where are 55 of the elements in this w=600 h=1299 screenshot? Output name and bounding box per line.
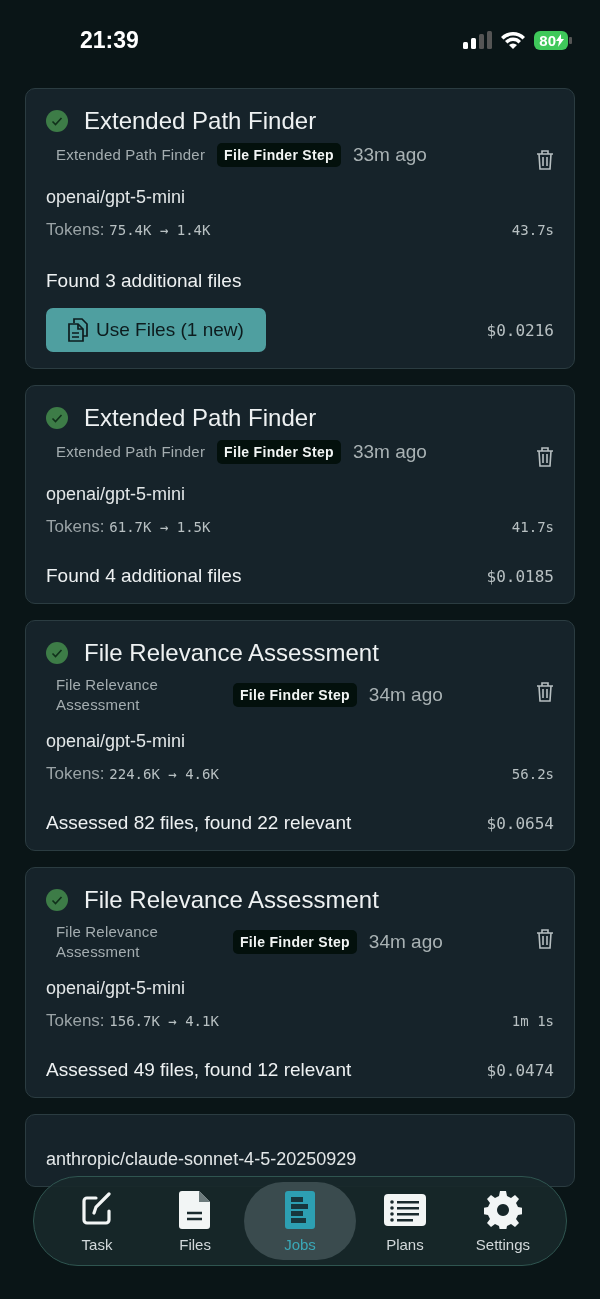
cost-text: $0.0216	[486, 320, 554, 340]
result-text: Found 3 additional files	[46, 270, 243, 292]
job-list-icon	[285, 1190, 315, 1229]
model-name: openai/gpt-5-mini	[46, 731, 187, 752]
wifi-icon	[501, 31, 526, 49]
tab-item[interactable]: Plans	[355, 1182, 454, 1260]
step-badge: File Finder Step	[233, 683, 357, 707]
job-title: File Relevance Assessment	[84, 886, 379, 914]
delete-icon[interactable]	[536, 928, 554, 950]
clock-time: 21:39	[80, 26, 140, 54]
job-subtitle: File Relevance Assessment	[56, 675, 159, 715]
settings-icon	[483, 1190, 522, 1229]
job-subtitle: File Relevance Assessment	[56, 922, 159, 962]
step-badge: File Finder Step	[233, 930, 357, 954]
duration-text: 1m 1s	[511, 1013, 554, 1029]
tab-item[interactable]: Settings	[453, 1182, 552, 1260]
model-name: anthropic/claude-sonnet-4-5-20250929	[46, 1149, 358, 1170]
duration-text: 56.2s	[511, 766, 554, 782]
time-ago: 34m ago	[368, 684, 443, 706]
list-icon	[383, 1193, 426, 1226]
tab-item[interactable]: Task	[48, 1182, 147, 1260]
time-ago: 33m ago	[352, 441, 427, 463]
use-files-button[interactable]: Use Files (1 new)	[46, 308, 266, 352]
time-ago: 34m ago	[368, 931, 443, 953]
result-text: Assessed 49 files, found 12 relevant	[46, 1059, 352, 1081]
duration-text: 43.7s	[511, 222, 554, 238]
step-badge: File Finder Step	[217, 143, 341, 167]
job-title: Extended Path Finder	[84, 404, 317, 432]
document-icon	[179, 1190, 212, 1229]
token-count: Tokens: 61.7K → 1.5K	[46, 517, 211, 537]
model-name: openai/gpt-5-mini	[46, 187, 187, 208]
model-name: openai/gpt-5-mini	[46, 484, 187, 505]
documents-icon	[68, 318, 88, 342]
job-title: File Relevance Assessment	[84, 639, 379, 667]
cost-text: $0.0474	[486, 1060, 554, 1080]
time-ago: 33m ago	[352, 144, 427, 166]
result-text: Assessed 82 files, found 22 relevant	[46, 812, 352, 834]
token-count: Tokens: 224.6K → 4.6K	[46, 764, 219, 784]
delete-icon[interactable]	[536, 681, 554, 703]
tab-item[interactable]: Files	[146, 1182, 245, 1260]
result-text: Found 4 additional files	[46, 565, 242, 587]
token-count: Tokens: 75.4K → 1.4K	[46, 220, 211, 240]
job-subtitle: Extended Path Finder	[56, 145, 206, 165]
token-count: Tokens: 156.7K → 4.1K	[46, 1011, 219, 1031]
battery-indicator: 80	[534, 30, 572, 50]
cost-text: $0.0185	[486, 566, 554, 586]
job-title: Extended Path Finder	[84, 107, 317, 135]
delete-icon[interactable]	[536, 446, 554, 468]
model-name: openai/gpt-5-mini	[46, 978, 187, 999]
duration-text: 41.7s	[511, 519, 554, 535]
delete-icon[interactable]	[536, 149, 554, 171]
cost-text: $0.0654	[486, 813, 554, 833]
job-subtitle: Extended Path Finder	[56, 442, 206, 462]
step-badge: File Finder Step	[217, 440, 341, 464]
signal-icon	[462, 31, 493, 49]
